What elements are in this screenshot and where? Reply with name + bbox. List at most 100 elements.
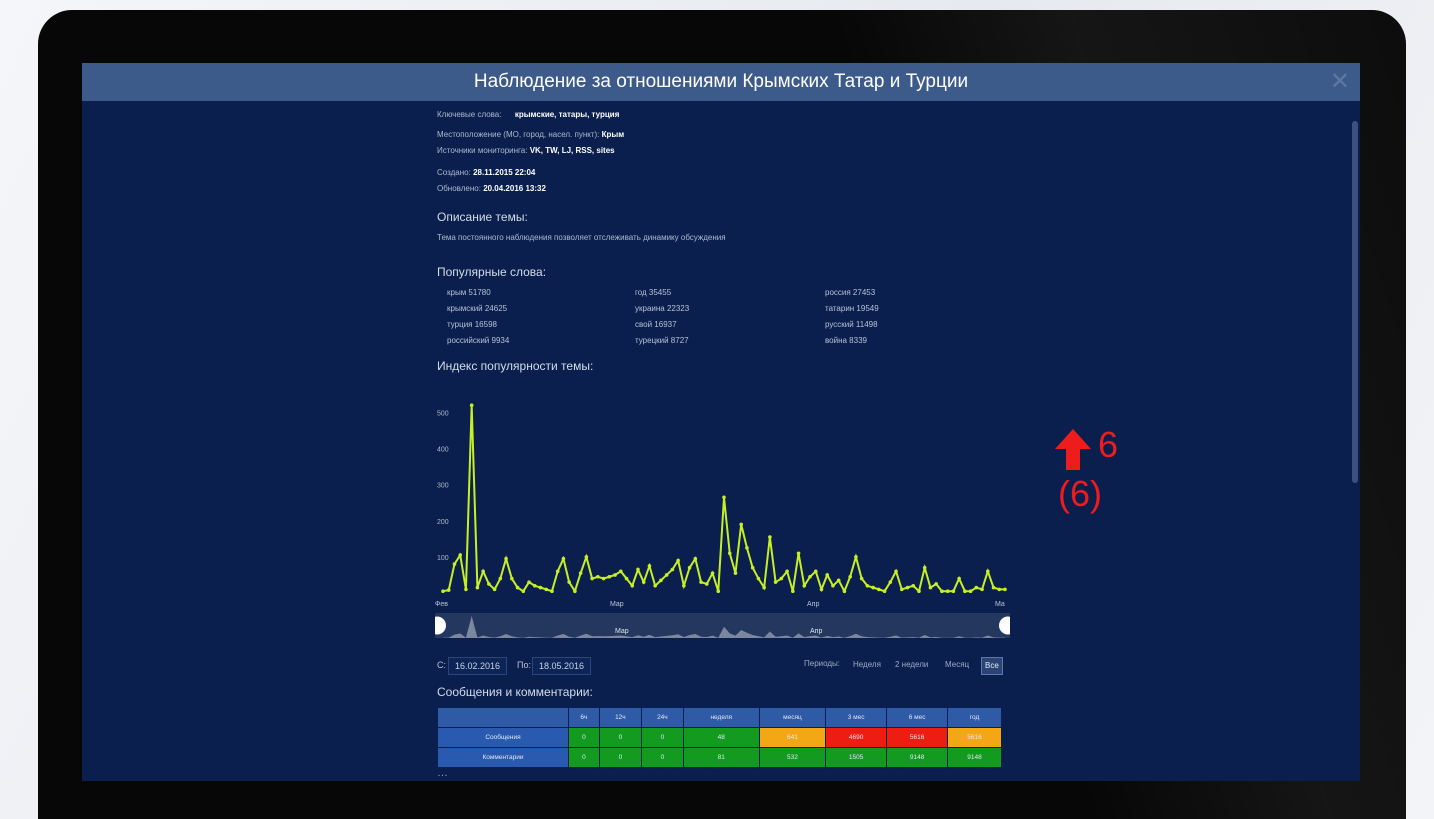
data-point[interactable]	[859, 576, 864, 581]
data-point[interactable]	[647, 564, 652, 568]
data-point[interactable]	[590, 576, 594, 581]
data-point[interactable]	[773, 580, 778, 584]
data-point[interactable]	[779, 576, 784, 581]
data-point[interactable]	[538, 585, 543, 590]
data-point[interactable]	[618, 569, 623, 574]
data-point[interactable]	[842, 589, 847, 593]
data-point[interactable]	[555, 569, 560, 574]
data-point[interactable]	[733, 571, 738, 575]
data-point[interactable]	[882, 589, 887, 593]
data-point[interactable]	[567, 580, 571, 584]
data-point[interactable]	[561, 556, 566, 561]
data-point[interactable]	[980, 587, 984, 592]
data-point[interactable]	[813, 569, 818, 574]
data-point[interactable]	[573, 589, 577, 593]
data-point[interactable]	[613, 573, 617, 577]
data-point[interactable]	[825, 573, 830, 577]
data-point[interactable]	[899, 587, 904, 592]
data-point[interactable]	[641, 580, 646, 584]
data-point[interactable]	[704, 582, 709, 586]
data-point[interactable]	[475, 585, 480, 590]
data-point[interactable]	[991, 585, 996, 590]
popularity-chart[interactable]: 500 400 300 200 100 Фев Мар Апр Ма Мар Апр	[435, 393, 1010, 655]
data-point[interactable]	[985, 569, 990, 574]
data-point[interactable]	[854, 555, 858, 559]
data-point[interactable]	[951, 589, 956, 593]
data-point[interactable]	[727, 551, 732, 556]
data-point[interactable]	[877, 587, 881, 592]
data-point[interactable]	[848, 574, 852, 579]
data-point[interactable]	[699, 580, 703, 584]
data-point[interactable]	[945, 589, 950, 593]
data-point[interactable]	[750, 565, 755, 570]
data-point[interactable]	[911, 583, 916, 588]
data-point[interactable]	[653, 583, 657, 588]
data-point[interactable]	[504, 556, 508, 561]
data-point[interactable]	[928, 585, 933, 590]
data-point[interactable]	[940, 589, 944, 593]
period-week-button[interactable]: Неделя	[850, 657, 884, 673]
period-all-button[interactable]: Все	[981, 657, 1003, 675]
data-point[interactable]	[487, 582, 491, 586]
data-point[interactable]	[682, 583, 686, 588]
data-point[interactable]	[607, 574, 612, 579]
data-point[interactable]	[831, 583, 835, 588]
data-point[interactable]	[739, 522, 744, 527]
data-point[interactable]	[532, 583, 537, 588]
data-point[interactable]	[762, 585, 766, 590]
data-point[interactable]	[687, 565, 692, 570]
data-point[interactable]	[624, 576, 629, 581]
data-point[interactable]	[865, 583, 870, 588]
data-point[interactable]	[458, 553, 463, 557]
data-point[interactable]	[905, 585, 910, 590]
from-date-input[interactable]: 16.02.2016	[448, 657, 508, 675]
data-point[interactable]	[768, 535, 772, 539]
data-point[interactable]	[957, 576, 961, 581]
data-point[interactable]	[446, 588, 451, 592]
data-point[interactable]	[922, 565, 927, 570]
data-point[interactable]	[836, 578, 841, 583]
data-point[interactable]	[498, 576, 503, 581]
data-point[interactable]	[584, 555, 589, 559]
data-point[interactable]	[894, 569, 898, 574]
data-point[interactable]	[527, 580, 531, 584]
data-point[interactable]	[544, 587, 549, 592]
data-point[interactable]	[871, 585, 875, 590]
data-point[interactable]	[636, 567, 640, 572]
data-point[interactable]	[756, 576, 761, 581]
data-point[interactable]	[578, 571, 583, 575]
data-point[interactable]	[968, 589, 973, 593]
data-point[interactable]	[521, 589, 526, 593]
data-point[interactable]	[510, 576, 514, 581]
data-point[interactable]	[819, 587, 824, 592]
period-2weeks-button[interactable]: 2 недели	[892, 657, 931, 673]
data-point[interactable]	[550, 589, 554, 593]
data-point[interactable]	[1003, 587, 1007, 592]
data-point[interactable]	[664, 573, 669, 577]
data-point[interactable]	[710, 571, 715, 575]
scrollbar[interactable]	[1352, 121, 1358, 483]
data-point[interactable]	[934, 582, 938, 586]
data-point[interactable]	[481, 569, 485, 574]
data-point[interactable]	[464, 587, 468, 592]
data-point[interactable]	[469, 403, 474, 408]
data-point[interactable]	[917, 589, 921, 593]
data-point[interactable]	[997, 587, 1002, 592]
data-point[interactable]	[785, 569, 789, 574]
data-point[interactable]	[630, 583, 635, 588]
data-point[interactable]	[802, 583, 807, 588]
data-point[interactable]	[974, 585, 979, 590]
data-point[interactable]	[888, 580, 893, 584]
data-point[interactable]	[452, 562, 457, 566]
data-point[interactable]	[670, 567, 675, 572]
period-month-button[interactable]: Месяц	[942, 657, 972, 673]
data-point[interactable]	[722, 495, 726, 500]
data-point[interactable]	[596, 574, 600, 579]
data-point[interactable]	[745, 546, 749, 550]
data-point[interactable]	[441, 589, 445, 593]
data-point[interactable]	[693, 556, 698, 561]
data-point[interactable]	[963, 589, 967, 593]
to-date-input[interactable]: 18.05.2016	[532, 657, 592, 675]
data-point[interactable]	[659, 578, 663, 583]
data-point[interactable]	[808, 574, 812, 579]
